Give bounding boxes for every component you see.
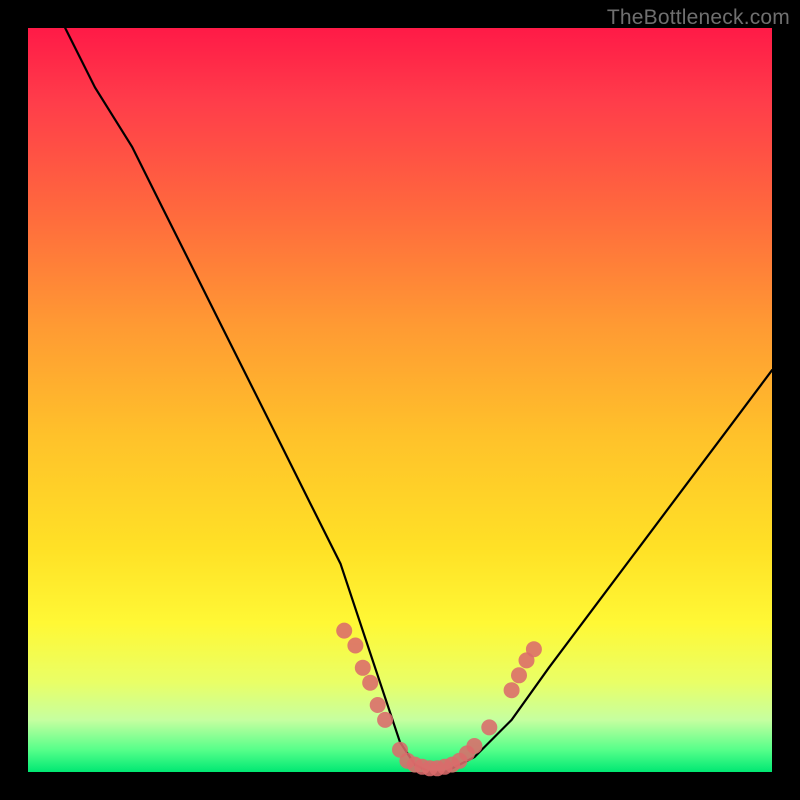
data-marker (370, 697, 386, 713)
chart-frame: TheBottleneck.com (0, 0, 800, 800)
data-marker (511, 667, 527, 683)
data-marker (377, 712, 393, 728)
chart-svg (28, 28, 772, 772)
chart-plot-area (28, 28, 772, 772)
data-marker (466, 738, 482, 754)
data-marker (347, 638, 363, 654)
data-marker (504, 682, 520, 698)
data-marker (362, 675, 378, 691)
data-marker (526, 641, 542, 657)
data-marker (336, 623, 352, 639)
data-marker (481, 719, 497, 735)
data-marker (355, 660, 371, 676)
watermark-text: TheBottleneck.com (607, 6, 790, 30)
bottleneck-curve (65, 28, 772, 772)
